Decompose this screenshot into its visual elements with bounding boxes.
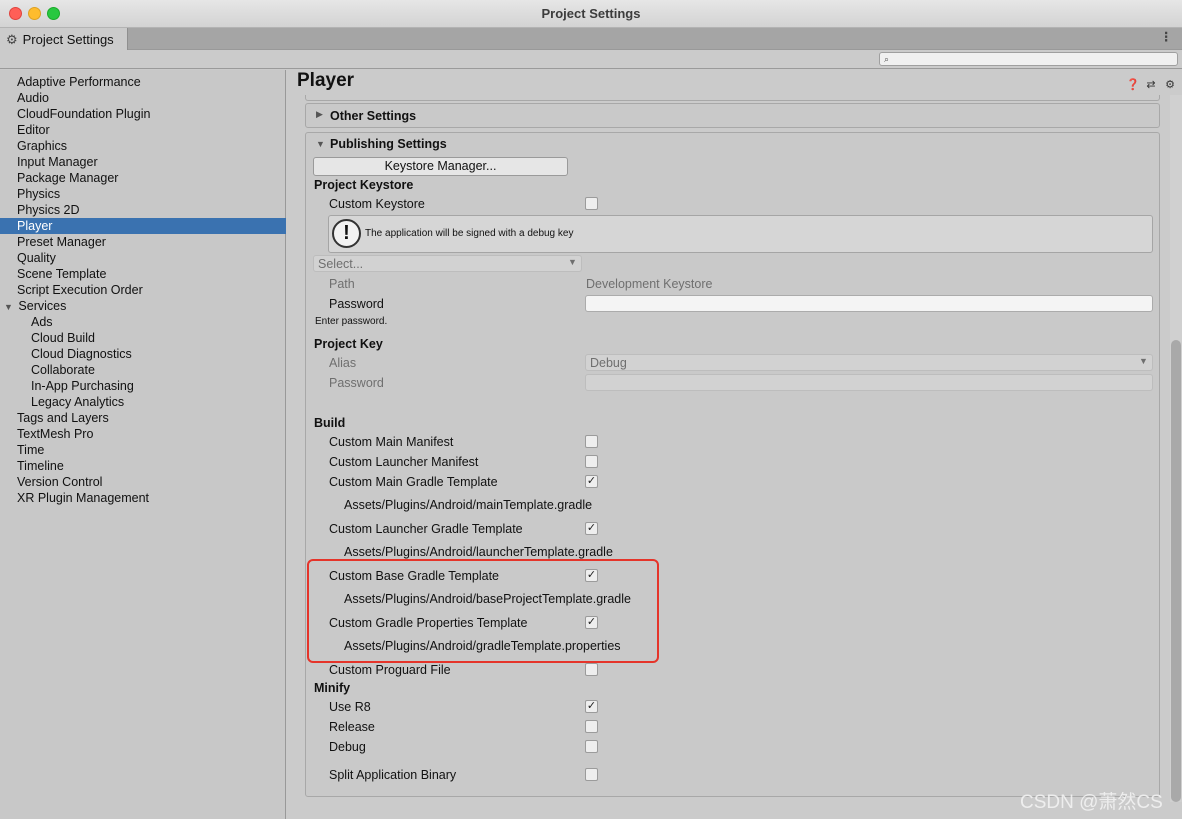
custom-proguard-file-label: Custom Proguard File bbox=[329, 663, 451, 677]
sidebar-item-package-manager[interactable]: Package Manager bbox=[0, 170, 286, 186]
page-title: Player bbox=[297, 70, 355, 91]
debug-key-notice: The application will be signed with a de… bbox=[365, 228, 574, 239]
sidebar-item-timeline[interactable]: Timeline bbox=[0, 458, 286, 474]
gear-icon: ⚙ bbox=[6, 32, 18, 47]
keystore-select-value: Select... bbox=[318, 257, 364, 271]
custom-main-gradle-template-label: Custom Main Gradle Template bbox=[329, 475, 498, 489]
custom-launcher-manifest-label: Custom Launcher Manifest bbox=[329, 455, 479, 469]
main-template-path: Assets/Plugins/Android/mainTemplate.grad… bbox=[344, 498, 593, 512]
use-r8-label: Use R8 bbox=[329, 700, 371, 714]
sidebar-item-quality[interactable]: Quality bbox=[0, 250, 286, 266]
sidebar-item-xr-plugin-management[interactable]: XR Plugin Management bbox=[0, 490, 286, 506]
split-application-binary-checkbox[interactable] bbox=[585, 768, 598, 781]
sidebar-item-adaptive-performance[interactable]: Adaptive Performance bbox=[0, 74, 286, 90]
sidebar-item-graphics[interactable]: Graphics bbox=[0, 138, 286, 154]
alias-value: Debug bbox=[590, 356, 627, 370]
tab-bar bbox=[0, 28, 1182, 50]
sidebar-item-legacy-analytics[interactable]: Legacy Analytics bbox=[0, 394, 286, 410]
help-icon[interactable]: ❓ bbox=[1126, 78, 1140, 91]
build-heading: Build bbox=[314, 416, 346, 430]
custom-keystore-checkbox[interactable] bbox=[585, 197, 598, 210]
sidebar-item-input-manager[interactable]: Input Manager bbox=[0, 154, 286, 170]
sidebar-item-services-label: Services bbox=[18, 299, 67, 313]
sidebar-item-physics[interactable]: Physics bbox=[0, 186, 286, 202]
search-input[interactable]: ⌕ bbox=[879, 52, 1178, 66]
sidebar-item-preset-manager[interactable]: Preset Manager bbox=[0, 234, 286, 250]
sidebar-item-version-control[interactable]: Version Control bbox=[0, 474, 286, 490]
path-label: Path bbox=[329, 277, 355, 291]
key-password-field[interactable] bbox=[585, 374, 1153, 391]
launcher-template-path: Assets/Plugins/Android/launcherTemplate.… bbox=[344, 545, 613, 559]
path-value: Development Keystore bbox=[586, 277, 713, 291]
preset-icon[interactable]: ⇄ bbox=[1145, 78, 1157, 91]
sidebar-item-textmesh-pro[interactable]: TextMesh Pro bbox=[0, 426, 286, 442]
keystore-password-field[interactable] bbox=[585, 295, 1153, 312]
tab-label: Project Settings bbox=[22, 32, 114, 47]
custom-proguard-file-checkbox[interactable] bbox=[585, 663, 598, 676]
search-icon: ⌕ bbox=[884, 54, 890, 64]
debug-checkbox[interactable] bbox=[585, 740, 598, 753]
custom-keystore-label: Custom Keystore bbox=[329, 197, 425, 211]
foldout-collapsed-icon[interactable]: ▶ bbox=[316, 109, 323, 120]
custom-main-manifest-checkbox[interactable] bbox=[585, 435, 598, 448]
release-label: Release bbox=[329, 720, 375, 734]
sidebar-item-services[interactable]: ▼ Services bbox=[0, 298, 286, 314]
alias-label: Alias bbox=[329, 356, 357, 370]
sidebar-item-cloudfoundation-plugin[interactable]: CloudFoundation Plugin bbox=[0, 106, 286, 122]
project-keystore-heading: Project Keystore bbox=[314, 178, 414, 192]
keystore-password-label: Password bbox=[329, 297, 384, 311]
tab-menu-icon[interactable]: ⋮ bbox=[1160, 29, 1173, 44]
other-settings-foldout[interactable]: ▶ Other Settings bbox=[305, 103, 1160, 128]
debug-label: Debug bbox=[329, 740, 366, 754]
chevron-down-icon: ▼ bbox=[568, 257, 577, 267]
window-title: Project Settings bbox=[541, 6, 641, 21]
sidebar-item-player[interactable]: Player bbox=[0, 218, 286, 234]
watermark: CSDN @萧然CS bbox=[1020, 792, 1163, 813]
sidebar-item-audio[interactable]: Audio bbox=[0, 90, 286, 106]
custom-launcher-gradle-template-label: Custom Launcher Gradle Template bbox=[329, 522, 523, 536]
enter-password-hint: Enter password. bbox=[315, 316, 388, 327]
sidebar-item-collaborate[interactable]: Collaborate bbox=[0, 362, 286, 378]
sidebar-item-editor[interactable]: Editor bbox=[0, 122, 286, 138]
custom-main-manifest-label: Custom Main Manifest bbox=[329, 435, 454, 449]
key-password-label: Password bbox=[329, 376, 384, 390]
custom-main-gradle-template-checkbox[interactable]: ✓ bbox=[585, 475, 598, 488]
scrollbar-thumb[interactable] bbox=[1171, 340, 1181, 802]
keystore-manager-button[interactable]: Keystore Manager... bbox=[313, 157, 568, 176]
chevron-down-icon: ▼ bbox=[1139, 356, 1148, 366]
project-key-heading: Project Key bbox=[314, 337, 383, 351]
sidebar: Adaptive Performance Audio CloudFoundati… bbox=[0, 70, 286, 819]
split-application-binary-label: Split Application Binary bbox=[329, 768, 457, 782]
previous-section-edge bbox=[305, 95, 1160, 101]
foldout-expanded-icon[interactable]: ▼ bbox=[316, 139, 325, 149]
sidebar-item-cloud-build[interactable]: Cloud Build bbox=[0, 330, 286, 346]
warning-icon: ! bbox=[332, 219, 361, 248]
highlight-annotation-box bbox=[307, 559, 659, 663]
keystore-select-dropdown[interactable]: Select... ▼ bbox=[313, 255, 582, 272]
other-settings-label: Other Settings bbox=[330, 109, 417, 123]
sidebar-item-in-app-purchasing[interactable]: In-App Purchasing bbox=[0, 378, 286, 394]
sidebar-item-time[interactable]: Time bbox=[0, 442, 286, 458]
publishing-settings-label[interactable]: Publishing Settings bbox=[330, 137, 447, 151]
sidebar-item-script-execution-order[interactable]: Script Execution Order bbox=[0, 282, 286, 298]
sidebar-item-cloud-diagnostics[interactable]: Cloud Diagnostics bbox=[0, 346, 286, 362]
alias-dropdown[interactable]: Debug ▼ bbox=[585, 354, 1153, 371]
custom-launcher-manifest-checkbox[interactable] bbox=[585, 455, 598, 468]
tab-project-settings[interactable]: ⚙ Project Settings bbox=[0, 28, 128, 50]
custom-launcher-gradle-template-checkbox[interactable]: ✓ bbox=[585, 522, 598, 535]
release-checkbox[interactable] bbox=[585, 720, 598, 733]
use-r8-checkbox[interactable]: ✓ bbox=[585, 700, 598, 713]
minify-heading: Minify bbox=[314, 681, 351, 695]
sidebar-item-physics-2d[interactable]: Physics 2D bbox=[0, 202, 286, 218]
sidebar-item-tags-and-layers[interactable]: Tags and Layers bbox=[0, 410, 286, 426]
expand-triangle-icon[interactable]: ▼ bbox=[4, 302, 13, 312]
settings-gear-icon[interactable]: ⚙ bbox=[1164, 78, 1176, 91]
sidebar-item-ads[interactable]: Ads bbox=[0, 314, 286, 330]
sidebar-item-scene-template[interactable]: Scene Template bbox=[0, 266, 286, 282]
